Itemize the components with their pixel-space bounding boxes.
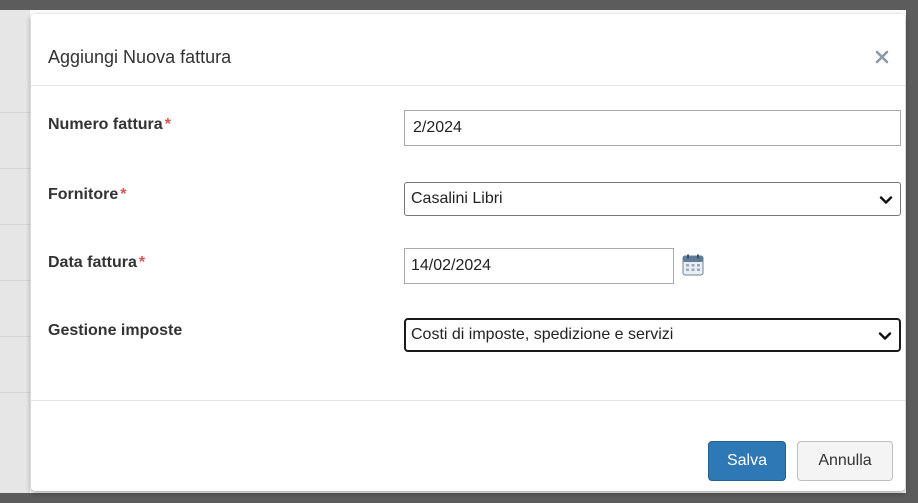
save-button[interactable]: Salva — [708, 441, 786, 481]
invoice-date-input[interactable] — [404, 248, 674, 284]
backdrop-bottom — [0, 493, 918, 503]
chevron-down-icon — [878, 332, 892, 340]
supplier-row: Fornitore * Casalini Libri — [31, 182, 905, 222]
tax-handling-label: Gestione imposte — [48, 322, 183, 339]
modal-footer: Salva Annulla — [31, 400, 905, 491]
supplier-selected-value: Casalini Libri — [411, 190, 503, 207]
supplier-label: Fornitore * — [48, 186, 127, 203]
modal-title: Aggiungi Nuova fattura — [48, 47, 232, 67]
modal-header: Aggiungi Nuova fattura — [31, 14, 905, 86]
backdrop-right — [906, 0, 918, 503]
invoice-number-input[interactable] — [404, 110, 901, 146]
cancel-button[interactable]: Annulla — [797, 441, 893, 481]
invoice-number-row: Numero fattura * — [31, 110, 905, 150]
invoice-date-label: Data fattura * — [48, 254, 146, 271]
tax-handling-selected-value: Costi di imposte, spedizione e servizi — [411, 326, 674, 343]
close-icon[interactable] — [871, 46, 893, 68]
required-mark: * — [120, 186, 127, 203]
required-mark: * — [138, 254, 146, 271]
calendar-icon[interactable] — [681, 253, 705, 277]
required-mark: * — [164, 116, 171, 133]
tax-handling-row: Gestione imposte Costi di imposte, spedi… — [31, 318, 905, 358]
supplier-select[interactable]: Casalini Libri — [404, 182, 901, 216]
invoice-number-label: Numero fattura * — [48, 116, 171, 133]
backdrop-top — [0, 0, 918, 10]
tax-handling-select[interactable]: Costi di imposte, spedizione e servizi — [404, 318, 901, 352]
invoice-date-row: Data fattura * — [31, 248, 905, 288]
add-invoice-modal: Aggiungi Nuova fattura Numero fattura* F… — [31, 14, 905, 491]
backdrop-left-panel — [0, 0, 30, 503]
chevron-down-icon — [879, 196, 893, 204]
